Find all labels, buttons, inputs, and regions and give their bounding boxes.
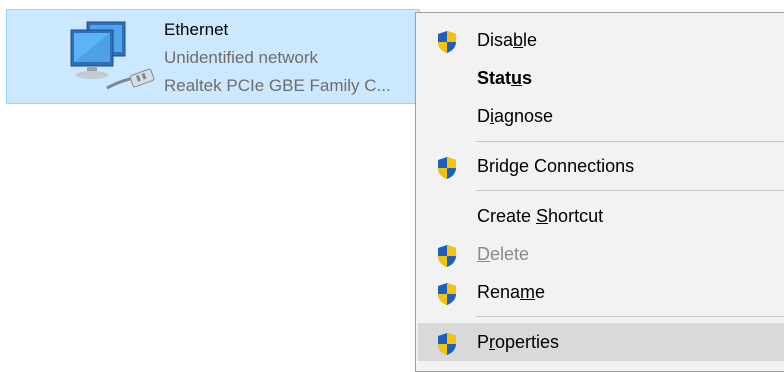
adapter-status: Unidentified network xyxy=(164,48,319,67)
uac-shield-icon xyxy=(438,245,456,267)
menu-separator xyxy=(476,316,784,317)
ethernet-adapter-tile[interactable]: Ethernet Unidentified network Realtek PC… xyxy=(6,9,420,104)
menu-item-label: Delete xyxy=(477,243,530,264)
menu-separator xyxy=(476,190,784,191)
uac-shield-icon xyxy=(438,157,456,179)
menu-item-properties[interactable]: Properties xyxy=(418,323,784,361)
adapter-name: Ethernet xyxy=(164,20,229,39)
uac-shield-icon xyxy=(438,31,456,53)
menu-item-status[interactable]: Status xyxy=(418,59,784,97)
uac-shield-icon xyxy=(438,333,456,355)
menu-item-label: Diagnose xyxy=(477,105,554,126)
menu-item-label: Create Shortcut xyxy=(477,205,604,226)
menu-item-label: Status xyxy=(477,67,533,88)
menu-item-rename[interactable]: Rename xyxy=(418,273,784,311)
menu-item-label: Disable xyxy=(477,29,538,50)
menu-item-diagnose[interactable]: Diagnose xyxy=(418,97,784,135)
menu-item-label: Rename xyxy=(477,281,546,302)
adapter-device: Realtek PCIe GBE Family C... xyxy=(164,76,391,95)
menu-separator xyxy=(476,141,784,142)
menu-item-create-shortcut[interactable]: Create Shortcut xyxy=(418,197,784,235)
menu-item-delete[interactable]: Delete xyxy=(418,235,784,273)
menu-item-disable[interactable]: Disable xyxy=(418,21,784,59)
menu-item-label: Bridge Connections xyxy=(477,155,635,176)
menu-item-bridge-connections[interactable]: Bridge Connections xyxy=(418,147,784,185)
uac-shield-icon xyxy=(438,283,456,305)
context-menu: Disable Status Diagnose Bridge Connectio… xyxy=(415,12,784,372)
network-adapter-icon xyxy=(70,21,155,90)
menu-item-label: Properties xyxy=(477,331,560,352)
